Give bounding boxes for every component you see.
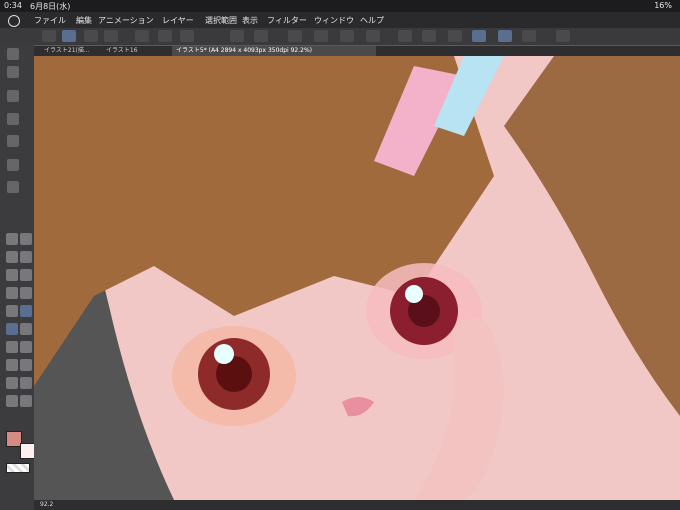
menu-filter[interactable]: フィルター [267, 15, 307, 26]
document-tabs: イラスト21(描... イラスト16 イラスト5* (A4 2894 x 409… [34, 46, 680, 56]
correct-line-tool-icon[interactable] [20, 395, 32, 407]
menu-help[interactable]: ヘルプ [360, 15, 384, 26]
redo-icon[interactable] [254, 30, 268, 42]
material-panel-icon[interactable] [7, 159, 19, 171]
transparent-color-swatch[interactable] [6, 463, 30, 473]
menu-selection[interactable]: 選択範囲 [205, 15, 237, 26]
transform-icon[interactable] [288, 30, 302, 42]
canvas-area[interactable] [34, 56, 680, 500]
hand-tool-icon[interactable] [20, 233, 32, 245]
pen-settings-icon[interactable] [522, 30, 536, 42]
help-icon[interactable] [556, 30, 570, 42]
fill-icon[interactable] [340, 30, 354, 42]
left-toolbar [0, 45, 36, 510]
new-document-icon[interactable] [135, 30, 149, 42]
stabilizer-icon[interactable] [498, 30, 512, 42]
hamburger-icon[interactable] [42, 30, 56, 42]
figure-tool-icon[interactable] [6, 359, 18, 371]
menu-window[interactable]: ウィンドウ [314, 15, 354, 26]
right-highlight [405, 285, 423, 303]
edit-mode-icon[interactable] [62, 30, 76, 42]
airbrush-icon[interactable] [20, 305, 32, 317]
status-battery: 16% [654, 1, 672, 10]
blend-icon[interactable] [20, 323, 32, 335]
open-folder-icon[interactable] [158, 30, 172, 42]
text-tool-icon[interactable] [6, 395, 18, 407]
magnify-tool-icon[interactable] [6, 233, 18, 245]
pencil-icon[interactable] [20, 287, 32, 299]
status-date: 6月8日(水) [30, 2, 71, 11]
pen-tool-icon[interactable] [7, 48, 19, 60]
left-highlight [214, 344, 234, 364]
select-tool-icon[interactable] [6, 269, 18, 281]
undo-icon[interactable] [230, 30, 244, 42]
ios-status-bar: 0:34 6月8日(水) 16% [0, 0, 680, 12]
frame-icon[interactable] [84, 30, 98, 42]
color-panel-icon[interactable] [7, 113, 19, 125]
pen-icon[interactable] [6, 287, 18, 299]
menu-edit[interactable]: 編集 [76, 15, 92, 26]
bottom-bar: 92.2 [34, 500, 680, 510]
app-logo-icon[interactable] [8, 15, 20, 27]
tab-illustration-21[interactable]: イラスト21(描... [40, 46, 102, 56]
brush-icon[interactable] [6, 305, 18, 317]
menu-file[interactable]: ファイル [34, 15, 66, 26]
navigator-panel-icon[interactable] [7, 181, 19, 193]
eraser-tool-icon[interactable] [7, 66, 19, 78]
balloon-tool-icon[interactable] [6, 377, 18, 389]
ruler-tool-icon[interactable] [20, 377, 32, 389]
menu-layer[interactable]: レイヤー [162, 15, 194, 26]
lasso-tool-icon[interactable] [20, 251, 32, 263]
layer-panel-icon[interactable] [7, 90, 19, 102]
tab-illustration-16[interactable]: イラスト16 [102, 46, 176, 56]
save-icon[interactable] [180, 30, 194, 42]
frame-tool-icon[interactable] [20, 359, 32, 371]
ruler-icon[interactable] [472, 30, 486, 42]
crop-icon[interactable] [366, 30, 380, 42]
auto-select-tool-icon[interactable] [20, 269, 32, 281]
tab-illustration-5[interactable]: イラスト5* (A4 2894 x 4093px 350dpi 92.2%) [172, 46, 376, 56]
eraser-icon[interactable] [6, 323, 18, 335]
zoom-readout: 92.2 [40, 501, 54, 508]
layer-options-icon[interactable] [314, 30, 328, 42]
gradient-tool-icon[interactable] [20, 341, 32, 353]
status-time: 0:34 [4, 1, 22, 10]
fill-tool-icon[interactable] [6, 341, 18, 353]
command-bar [0, 28, 680, 45]
move-tool-icon[interactable] [6, 251, 18, 263]
quick-mask-icon[interactable] [422, 30, 436, 42]
properties-panel-icon[interactable] [7, 135, 19, 147]
menu-animation[interactable]: アニメーション [98, 15, 154, 26]
grid-icon[interactable] [398, 30, 412, 42]
menu-bar: ファイル 編集 アニメーション レイヤー 選択範囲 表示 フィルター ウィンドウ… [0, 12, 680, 28]
view-toggle-icon[interactable] [448, 30, 462, 42]
record-icon[interactable] [104, 30, 118, 42]
menu-view[interactable]: 表示 [242, 15, 258, 26]
artwork-canvas [34, 56, 680, 500]
